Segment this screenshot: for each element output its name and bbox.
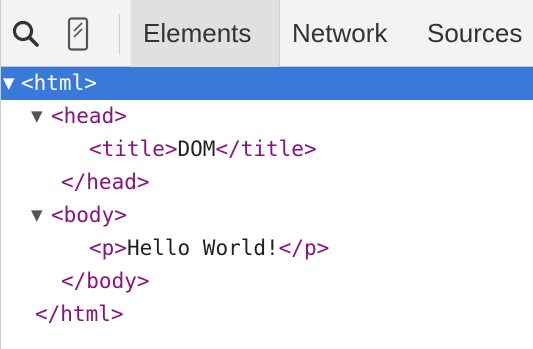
tag-html-close: </html> (35, 302, 124, 326)
expand-triangle-icon[interactable]: ▼ (31, 100, 43, 133)
tag-head-close: </head> (61, 170, 150, 194)
dom-tree: ▼ <html> ▼ <head> <title>DOM</title> </h… (1, 67, 533, 331)
expand-triangle-icon[interactable]: ▼ (31, 199, 43, 232)
dom-node-html[interactable]: ▼ <html> (1, 67, 533, 100)
dom-node-body-close[interactable]: </body> (1, 265, 533, 298)
devtools-toolbar: Elements Network Sources (1, 0, 533, 67)
tag-body-close: </body> (61, 269, 150, 293)
dom-node-title[interactable]: <title>DOM</title> (1, 133, 533, 166)
tag-p-close: </p> (278, 236, 330, 260)
tag-title-close: </title> (215, 137, 317, 161)
tag-head-open: <head> (51, 104, 127, 128)
expand-triangle-icon[interactable]: ▼ (3, 67, 15, 100)
tag-p-open: <p> (89, 236, 127, 260)
dom-node-head[interactable]: ▼ <head> (1, 100, 533, 133)
tab-elements[interactable]: Elements (131, 0, 279, 67)
dom-node-body[interactable]: ▼ <body> (1, 199, 533, 232)
devtools-window: Elements Network Sources ▼ <html> ▼ <hea… (0, 0, 533, 349)
tag-title-open: <title> (89, 137, 178, 161)
dom-node-head-close[interactable]: </head> (1, 166, 533, 199)
search-icon[interactable] (7, 15, 45, 53)
tab-network[interactable]: Network (280, 0, 415, 67)
tag-body-open: <body> (51, 203, 127, 227)
tag-html-open: <html> (21, 71, 97, 95)
toolbar-divider (119, 14, 120, 54)
dom-node-p[interactable]: <p>Hello World!</p> (1, 232, 533, 265)
device-mode-icon[interactable] (59, 15, 97, 53)
dom-node-html-close[interactable]: </html> (1, 298, 533, 331)
tab-sources[interactable]: Sources (415, 0, 533, 67)
p-text: Hello World! (126, 236, 279, 260)
title-text: DOM (177, 137, 216, 161)
